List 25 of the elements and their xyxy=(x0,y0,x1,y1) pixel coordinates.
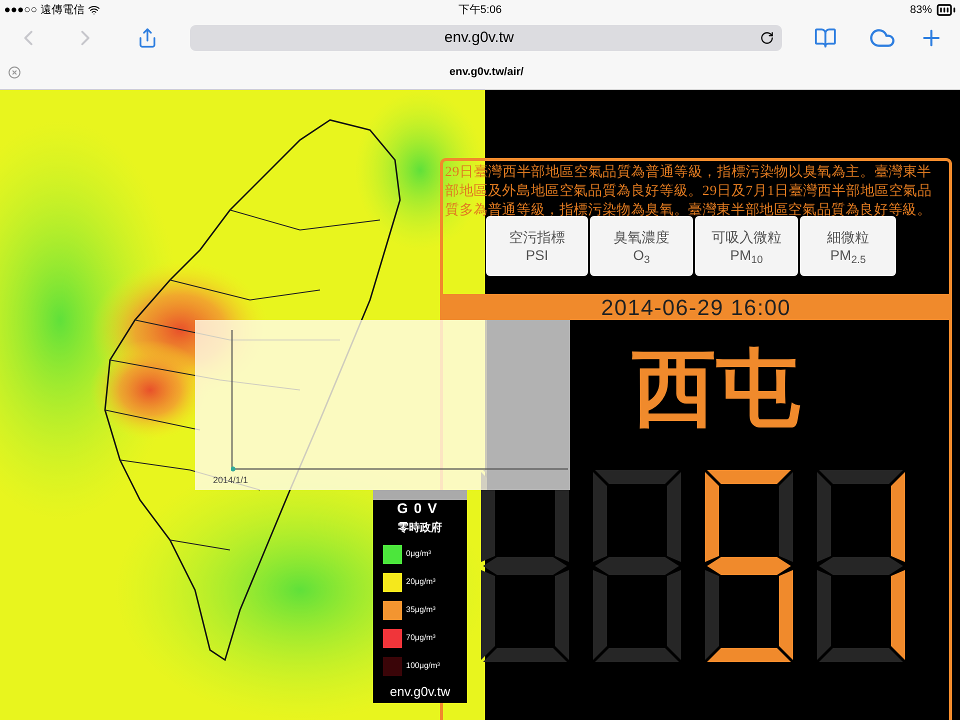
address-text: env.g0v.tw xyxy=(443,28,515,48)
logo-subtitle: 零時政府 xyxy=(398,520,442,536)
legend-label: 35μg/m³ xyxy=(406,604,436,616)
legend-site: env.g0v.tw xyxy=(390,682,450,701)
share-icon[interactable] xyxy=(137,27,158,49)
legend-label: 20μg/m³ xyxy=(406,576,436,588)
metric-button[interactable]: 細微粒 PM$_{2.5}$ xyxy=(800,216,896,276)
metric-button[interactable]: 空污指標 PSI xyxy=(486,216,588,276)
address-bar[interactable]: env.g0v.tw xyxy=(190,25,782,51)
legend-label: 100μg/m³ xyxy=(406,660,440,672)
bookmarks-icon[interactable] xyxy=(814,26,837,50)
metric-button[interactable]: 臭氧濃度 O$_{3}$ xyxy=(590,216,693,276)
legend-label: 70μg/m³ xyxy=(406,632,436,644)
legend-label: 0μg/m³ xyxy=(406,548,432,560)
reload-icon[interactable] xyxy=(760,31,774,45)
clock: 下午5:06 xyxy=(458,2,502,18)
timestamp-bar: 2014-06-29 16:00 xyxy=(440,294,952,320)
station-name: 西屯 xyxy=(632,340,800,436)
battery-percent: 83% xyxy=(910,2,932,18)
tab-title[interactable]: env.g0v.tw/air/ xyxy=(21,64,952,81)
metric-button[interactable]: 可吸入微粒 PM$_{10}$ xyxy=(695,216,798,276)
carrier-label: ●●●○○ 遠傳電信 xyxy=(4,2,84,18)
close-tab-icon[interactable] xyxy=(8,66,21,79)
logo: G0V xyxy=(396,500,443,516)
timeline-start-label: 2014/1/1 xyxy=(213,474,248,487)
